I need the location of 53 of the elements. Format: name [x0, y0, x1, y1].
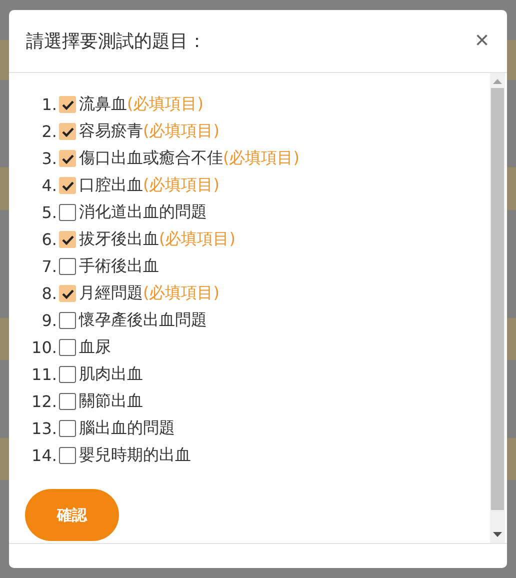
- item-label: 血尿: [79, 337, 111, 358]
- required-note: (必填項目): [223, 148, 300, 169]
- check-icon: [62, 100, 74, 110]
- item-number: 11.: [30, 365, 57, 384]
- item-label: 手術後出血: [79, 256, 159, 277]
- check-icon: [62, 154, 74, 164]
- item-number: 10.: [30, 338, 57, 357]
- item-label: 懷孕產後出血問題: [79, 310, 207, 331]
- scroll-down-icon[interactable]: [493, 532, 502, 537]
- checkbox[interactable]: [59, 258, 76, 275]
- item-label: 容易瘀青: [79, 121, 143, 142]
- item-number: 8.: [40, 284, 57, 303]
- close-button[interactable]: ×: [474, 29, 489, 53]
- checkbox[interactable]: [59, 339, 76, 356]
- required-note: (必填項目): [143, 175, 220, 196]
- scrollbar-thumb[interactable]: [491, 88, 504, 510]
- check-icon: [62, 180, 74, 190]
- check-icon: [62, 234, 74, 244]
- item-number: 13.: [30, 419, 57, 438]
- item-number: 5.: [40, 203, 57, 222]
- scrollbar[interactable]: [490, 73, 505, 543]
- item-label: 月經問題: [79, 283, 143, 304]
- required-note: (必填項目): [159, 229, 236, 250]
- item-label: 關節出血: [79, 391, 143, 412]
- check-icon: [62, 126, 74, 136]
- required-note: (必填項目): [127, 94, 204, 115]
- item-label: 拔牙後出血: [79, 229, 159, 250]
- checkbox[interactable]: [59, 447, 76, 464]
- item-label: 流鼻血: [79, 94, 127, 115]
- item-number: 6.: [40, 230, 57, 249]
- checkbox[interactable]: [59, 312, 76, 329]
- item-label: 傷口出血或癒合不佳: [79, 148, 223, 169]
- checkbox[interactable]: [59, 393, 76, 410]
- item-number: 4.: [40, 176, 57, 195]
- item-number: 1.: [40, 95, 57, 114]
- checkbox[interactable]: [59, 204, 76, 221]
- checkbox[interactable]: [59, 366, 76, 383]
- required-note: (必填項目): [143, 283, 220, 304]
- item-number: 14.: [30, 446, 57, 465]
- item-label: 腦出血的問題: [79, 418, 175, 439]
- item-label: 消化道出血的問題: [79, 202, 207, 223]
- item-number: 12.: [30, 392, 57, 411]
- item-label: 嬰兒時期的出血: [79, 445, 191, 466]
- item-number: 2.: [40, 122, 57, 141]
- checkbox[interactable]: [59, 420, 76, 437]
- item-label: 口腔出血: [79, 175, 143, 196]
- item-number: 3.: [40, 149, 57, 168]
- item-number: 7.: [40, 257, 57, 276]
- check-icon: [62, 288, 74, 298]
- item-label: 肌肉出血: [79, 364, 143, 385]
- item-number: 9.: [40, 311, 57, 330]
- required-note: (必填項目): [143, 121, 220, 142]
- dialog-title: 請選擇要測試的題目：: [26, 30, 206, 53]
